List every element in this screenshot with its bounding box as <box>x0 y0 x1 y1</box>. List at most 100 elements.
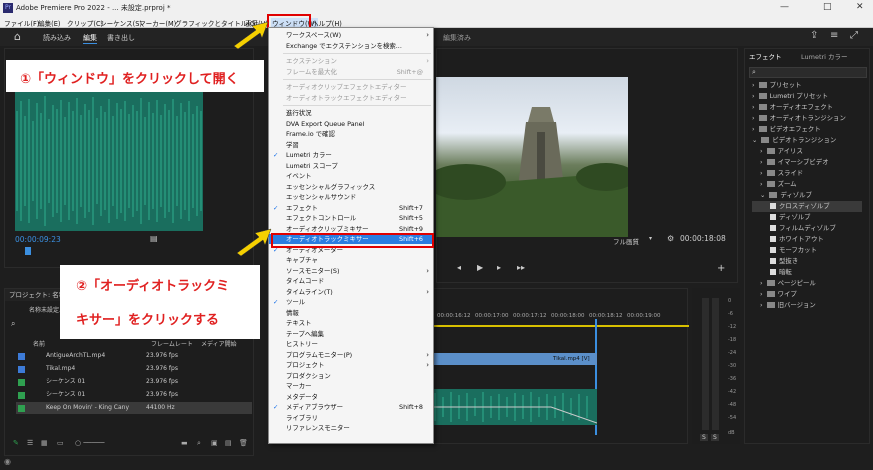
menu-item[interactable]: リファレンスモニター <box>269 423 433 433</box>
trash-icon[interactable]: 🗑 <box>239 439 248 447</box>
menu-edit[interactable]: 編集(E) <box>38 18 61 28</box>
maximize-button[interactable]: □ <box>823 2 832 12</box>
effects-tree-item[interactable]: › ページピール <box>752 278 862 289</box>
menu-item[interactable]: ✓ エフェクト Shift+7 <box>269 203 433 213</box>
expand-chevron-icon[interactable]: › <box>752 92 757 100</box>
menu-item[interactable]: イベント <box>269 171 433 181</box>
menu-item[interactable]: マーカー <box>269 381 433 391</box>
effects-tree-item[interactable]: › ビデオエフェクト <box>752 124 862 135</box>
expand-chevron-icon[interactable]: › <box>760 180 765 188</box>
effects-tree-item[interactable]: ディゾルブ <box>752 212 862 223</box>
menu-item[interactable]: プロダクション <box>269 371 433 381</box>
tab-edit[interactable]: 編集 <box>83 33 97 44</box>
video-clip[interactable]: Tikal.mp4 [V] <box>431 353 597 365</box>
timeline-ruler[interactable]: 00:00:16:12 00:00:17:00 00:00:17:12 00:0… <box>431 313 689 323</box>
menu-item[interactable]: エッセンシャルサウンド <box>269 192 433 202</box>
list-item[interactable]: シーケンス 01 23.976 fps <box>16 389 252 401</box>
effects-tree-item[interactable]: ⌄ ディゾルブ <box>752 190 862 201</box>
effects-tree-item[interactable]: ⌄ ビデオトランジション <box>752 135 862 146</box>
menu-item[interactable]: 情報 <box>269 308 433 318</box>
menu-item[interactable]: テキスト <box>269 318 433 328</box>
step-back-icon[interactable]: ◂ <box>457 263 461 272</box>
work-area-bar[interactable] <box>431 325 689 327</box>
expand-chevron-icon[interactable]: ⌄ <box>752 136 759 144</box>
step-forward-icon[interactable]: ▸ <box>497 263 501 272</box>
expand-chevron-icon[interactable]: ⌄ <box>760 191 767 199</box>
menu-item[interactable]: Lumetri スコープ <box>269 161 433 171</box>
menu-sequence[interactable]: シーケンス(S) <box>100 18 142 28</box>
effects-tree-item[interactable]: ホワイトアウト <box>752 234 862 245</box>
expand-chevron-icon[interactable]: › <box>752 81 757 89</box>
menu-item[interactable]: タイムコード <box>269 276 433 286</box>
share-icon[interactable]: ⇪ <box>810 30 818 41</box>
program-timecode[interactable]: 00:00:18:08 <box>680 234 726 243</box>
effects-tree-item[interactable]: クロスディゾルブ <box>752 201 862 212</box>
menu-marker[interactable]: マーカー(M) <box>139 18 176 28</box>
effects-tree-item[interactable]: › ズーム <box>752 179 862 190</box>
search-icon[interactable]: ⌕ <box>11 319 15 329</box>
menu-item[interactable]: Frame.io で確認 <box>269 129 433 139</box>
effects-tree-item[interactable]: モーフカット <box>752 245 862 256</box>
menu-item[interactable]: エッセンシャルグラフィックス <box>269 182 433 192</box>
column-name[interactable]: 名前 <box>33 339 45 348</box>
pencil-icon[interactable]: ✎ <box>13 439 19 447</box>
menu-item[interactable]: オーディオクリップミキサー Shift+9 <box>269 224 433 234</box>
fullscreen-icon[interactable]: ⤢ <box>850 30 858 41</box>
expand-chevron-icon[interactable]: › <box>760 301 765 309</box>
menu-item[interactable]: 学習 <box>269 140 433 150</box>
expand-chevron-icon[interactable]: › <box>760 290 765 298</box>
solo-left-button[interactable]: S <box>700 434 708 441</box>
menu-file[interactable]: ファイル(F) <box>4 18 39 28</box>
menu-item[interactable]: ライブラリ <box>269 413 433 423</box>
column-framerate[interactable]: フレームレート <box>151 339 193 348</box>
close-button[interactable]: ✕ <box>856 2 864 12</box>
zoom-dropdown-icon[interactable]: ▾ <box>649 235 652 242</box>
list-item[interactable]: AntigueArchTL.mp4 23.976 fps <box>16 350 252 362</box>
effects-search-input[interactable]: ⌕ <box>749 67 867 78</box>
new-folder-icon[interactable]: ▣ <box>211 439 218 447</box>
expand-chevron-icon[interactable]: › <box>760 169 765 177</box>
effects-tree-item[interactable]: › アイリス <box>752 146 862 157</box>
effects-tree-item[interactable]: 型抜き <box>752 256 862 267</box>
expand-chevron-icon[interactable]: › <box>752 125 757 133</box>
status-icon[interactable]: ◉ <box>4 457 11 466</box>
menu-item[interactable]: ソースモニター(S) › <box>269 266 433 276</box>
minimize-button[interactable]: — <box>780 2 789 12</box>
zoom-select[interactable]: フル画質 <box>613 236 639 246</box>
new-item-icon[interactable]: ▤ <box>225 439 232 447</box>
wrench-icon[interactable]: ⚙ <box>667 234 674 243</box>
tab-import[interactable]: 読み込み <box>43 33 71 43</box>
icon-view-icon[interactable]: ▦ <box>41 439 48 447</box>
source-timecode[interactable]: 00:00:09:23 <box>15 235 61 244</box>
solo-right-button[interactable]: S <box>711 434 719 441</box>
effects-tree-item[interactable]: › オーディオトランジション <box>752 113 862 124</box>
menu-item[interactable]: メタデータ <box>269 392 433 402</box>
source-settings-icon[interactable]: ▤ <box>150 234 158 243</box>
effects-tree-item[interactable]: › 旧バージョン <box>752 300 862 311</box>
effects-tree-item[interactable]: › プリセット <box>752 80 862 91</box>
menu-item[interactable]: ヒストリー <box>269 339 433 349</box>
add-button[interactable]: + <box>717 263 725 274</box>
zoom-slider[interactable]: ○ ───── <box>75 439 104 447</box>
menu-clip[interactable]: クリップ(C) <box>67 18 103 28</box>
menu-item[interactable]: ワークスペース(W) › <box>269 30 433 40</box>
tab-lumetri-color[interactable]: Lumetri カラー <box>801 51 848 61</box>
effects-tree-item[interactable]: フィルムディゾルブ <box>752 223 862 234</box>
tab-effects[interactable]: エフェクト <box>749 51 782 61</box>
menu-item[interactable]: ✓ Lumetri カラー <box>269 150 433 160</box>
freeform-view-icon[interactable]: ▭ <box>57 439 64 447</box>
menu-item[interactable]: エフェクトコントロール Shift+5 <box>269 213 433 223</box>
list-item[interactable]: Tikal.mp4 23.976 fps <box>16 363 252 375</box>
effects-tree-item[interactable]: › ワイプ <box>752 289 862 300</box>
expand-chevron-icon[interactable]: › <box>752 114 757 122</box>
effects-tree-item[interactable]: › オーディオエフェクト <box>752 102 862 113</box>
tab-export[interactable]: 書き出し <box>107 33 135 43</box>
menu-item[interactable]: ✓ ツール <box>269 297 433 307</box>
menu-item[interactable]: Exchange でエクステンションを検索... <box>269 41 433 51</box>
play-icon[interactable]: ▶ <box>477 263 483 272</box>
menu-item[interactable]: キャプチャ <box>269 255 433 265</box>
menu-item[interactable]: 進行状況 <box>269 108 433 118</box>
expand-chevron-icon[interactable]: › <box>760 158 765 166</box>
expand-chevron-icon[interactable]: › <box>760 279 765 287</box>
menu-item[interactable]: プロジェクト › <box>269 360 433 370</box>
